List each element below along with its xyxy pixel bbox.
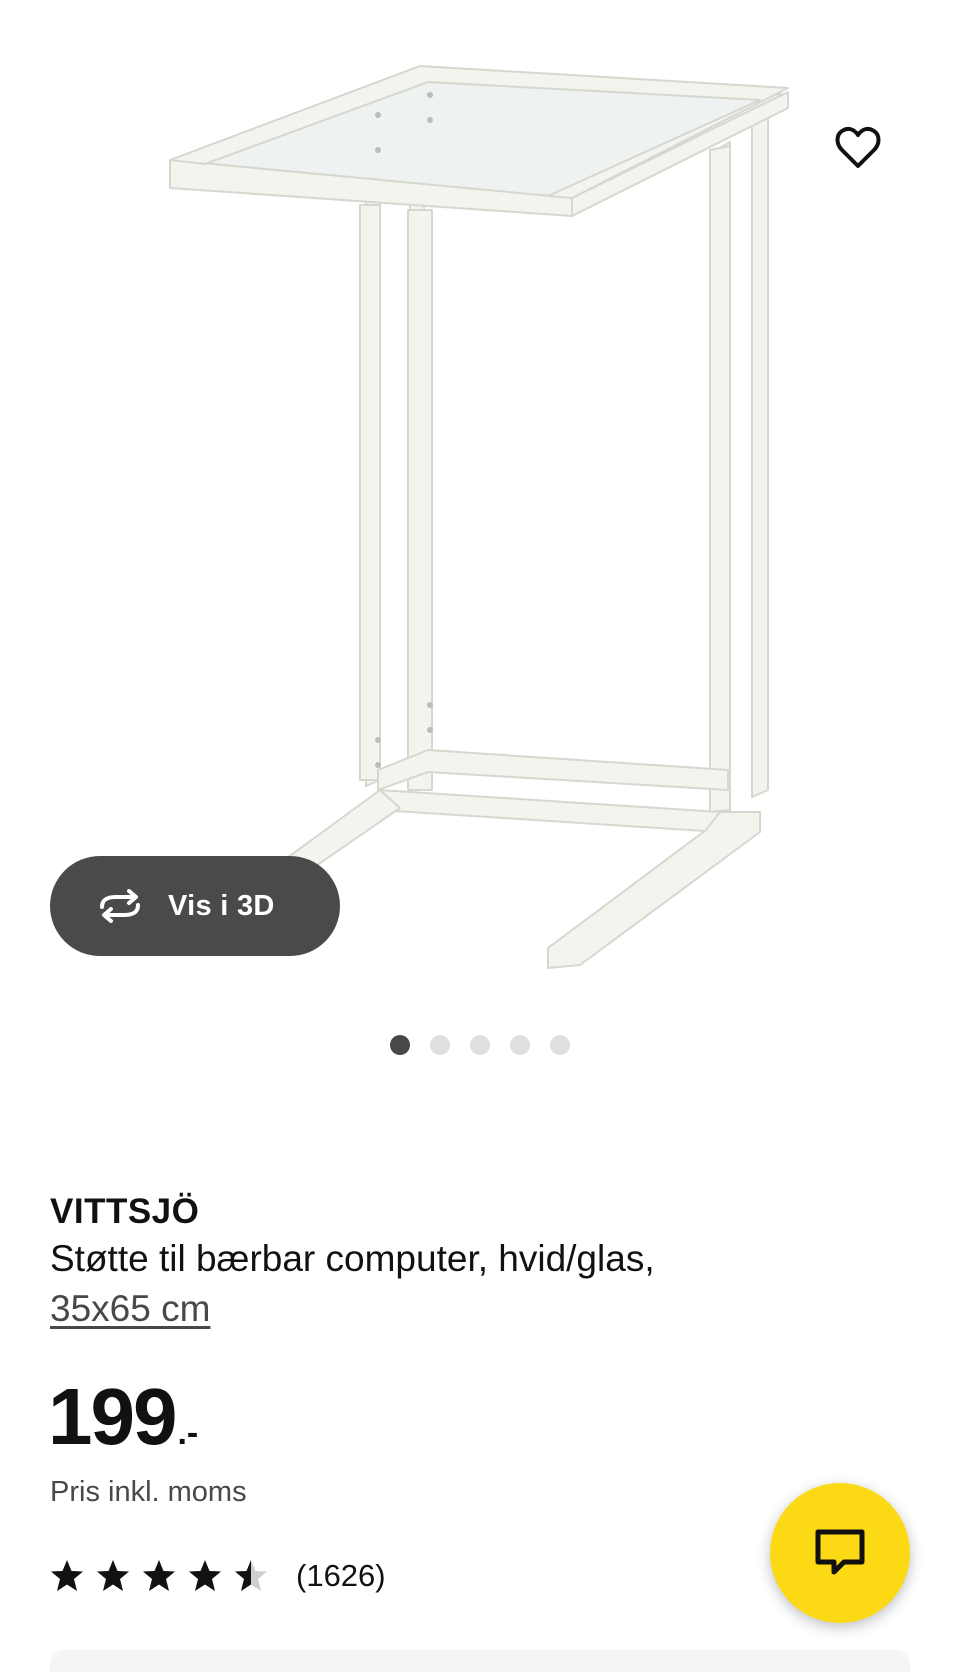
gallery-pagination (0, 1035, 960, 1055)
product-image-gallery[interactable]: Vis i 3D (0, 0, 960, 1010)
vat-note: Pris inkl. moms (50, 1476, 247, 1508)
rating-stars (50, 1559, 268, 1593)
view-3d-button[interactable]: Vis i 3D (50, 856, 340, 956)
heart-outline-icon (835, 126, 881, 168)
star-icon (235, 1560, 267, 1591)
product-price: 199 .- (48, 1372, 198, 1462)
star-icon (189, 1560, 221, 1591)
price-integer: 199 (48, 1372, 177, 1461)
star-icon (143, 1560, 175, 1591)
product-description: Støtte til bærbar computer, hvid/glas, (50, 1238, 655, 1279)
rotate-3d-icon (94, 886, 150, 926)
product-rating[interactable]: (1626) (50, 1558, 386, 1594)
pagination-dot-1[interactable] (390, 1035, 410, 1055)
favorite-button[interactable] (826, 116, 890, 180)
pagination-dot-5[interactable] (550, 1035, 570, 1055)
price-suffix: .- (177, 1414, 199, 1452)
product-size-link[interactable]: 35x65 cm (50, 1284, 210, 1334)
product-info: VITTSJÖ Støtte til bærbar computer, hvid… (50, 1190, 910, 1334)
next-section-card (50, 1650, 910, 1672)
view-3d-label: Vis i 3D (168, 889, 275, 922)
star-icon (51, 1560, 83, 1591)
chat-button[interactable] (770, 1483, 910, 1623)
pagination-dot-2[interactable] (430, 1035, 450, 1055)
chat-bubble-icon (815, 1529, 865, 1575)
star-icon (97, 1560, 129, 1591)
product-name: VITTSJÖ (50, 1192, 200, 1231)
review-count: (1626) (296, 1558, 386, 1593)
pagination-dot-4[interactable] (510, 1035, 530, 1055)
pagination-dot-3[interactable] (470, 1035, 490, 1055)
